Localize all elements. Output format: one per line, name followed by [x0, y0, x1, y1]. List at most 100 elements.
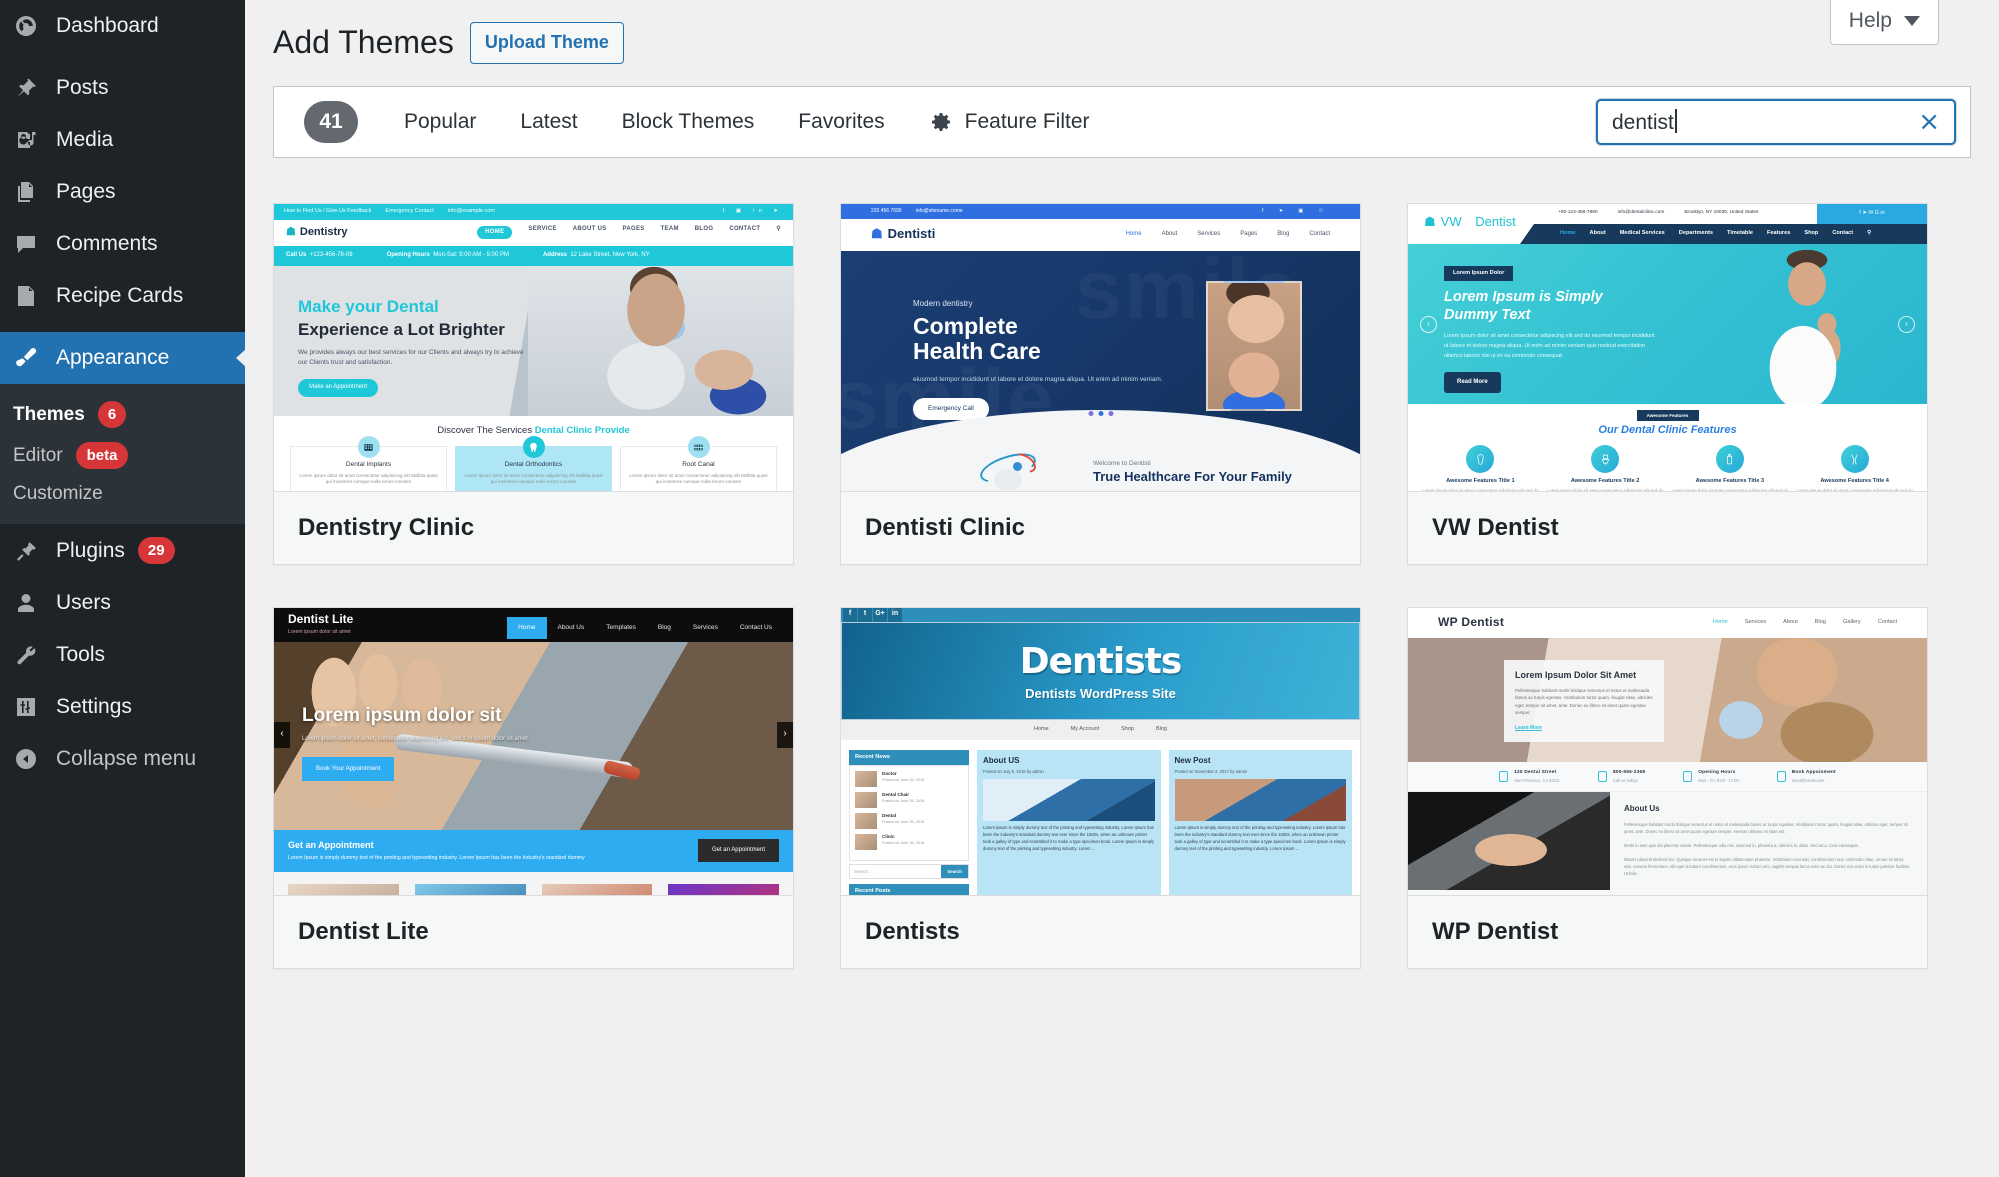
theme-screenshot: 233 456 7695 info@sitename.come f ➤ ▣ ☉ … [841, 203, 1360, 492]
theme-screenshot: WP Dentist Home Services About Blog Gall… [1408, 607, 1927, 896]
clear-search-icon[interactable]: × [1910, 109, 1940, 135]
preview-hero-box: Lorem Ipsum Dolor Sit Amet Pellentesque … [1504, 659, 1664, 743]
preview-nav: Home About Medical Services Departments … [1520, 223, 1927, 244]
upload-theme-button[interactable]: Upload Theme [469, 22, 624, 64]
tooth-icon [1466, 445, 1495, 474]
page-header: Add Themes Upload Theme [245, 0, 1999, 80]
braces-icon [687, 436, 710, 459]
chevron-down-icon [1904, 16, 1920, 26]
theme-search-wrap: dentist × [1596, 98, 1956, 145]
theme-screenshot: ☗ VW Dentist +00-123-456-7890 info@dental… [1408, 203, 1927, 492]
tooth-icon [522, 436, 545, 459]
collapse-menu-button[interactable]: Collapse menu [0, 733, 245, 785]
theme-card[interactable]: How to Find Us / Give Us Feedback Emerge… [273, 202, 794, 565]
preview-service-card: Dental Implants Lorem ipsum dolor sit am… [290, 436, 447, 491]
submenu-item-themes[interactable]: Themes 6 [0, 394, 245, 435]
theme-name-bar: Dentistry Clinic [274, 491, 793, 564]
text-cursor [1674, 108, 1677, 133]
sidebar-item-settings[interactable]: Settings [0, 681, 245, 733]
sidebar-item-appearance[interactable]: Appearance [0, 332, 246, 384]
dental-tools-icon [1840, 445, 1869, 474]
tab-block-themes[interactable]: Block Themes [622, 110, 755, 134]
preview-service-card: Root Canal Lorem ipsum dolor sit amet co… [620, 436, 777, 491]
preview-info-bar: Call Us +123-456-78-09 Opening Hours Mon… [274, 245, 793, 266]
sidebar-item-tools[interactable]: Tools [0, 629, 245, 681]
sidebar-item-dashboard[interactable]: Dashboard [0, 0, 245, 52]
preview-hero-photo [1677, 637, 1907, 762]
feature-filter-label: Feature Filter [964, 109, 1090, 133]
preview-cta: Make an Appointment [298, 379, 379, 397]
theme-name: VW Dentist [1432, 513, 1559, 541]
sidebar-item-pages[interactable]: Pages [0, 166, 245, 218]
sidebar-label: Tools [56, 643, 106, 667]
next-slide-icon: › [1898, 315, 1915, 333]
help-label: Help [1848, 9, 1892, 32]
theme-search-input[interactable]: dentist × [1596, 98, 1956, 145]
main-content: Help Add Themes Upload Theme 41 Popular … [245, 0, 1999, 1177]
preview-site-title: Dentists [1019, 640, 1183, 682]
pages-icon [13, 179, 39, 205]
sidebar-item-recipe-cards[interactable]: Recipe Cards [0, 270, 245, 322]
settings-icon [13, 694, 39, 720]
sidebar-item-plugins[interactable]: Plugins 29 [0, 524, 245, 577]
help-panel-toggle-wrap: Help [1829, 0, 1939, 45]
preview-cta: Read More [1444, 371, 1501, 394]
preview-appt-text: Lorem Ipsum is simply dummy text of the … [288, 854, 585, 861]
collapse-arrow-icon [13, 746, 39, 772]
tab-latest[interactable]: Latest [520, 110, 577, 134]
feature-filter-button[interactable]: Feature Filter [929, 110, 1090, 134]
recipe-card-icon [13, 283, 39, 309]
preview-feature-item: Awesome Features Title 1 Lorem ipsum dol… [1418, 445, 1543, 491]
dental-chair-icon [1591, 445, 1620, 474]
preview-slider-dots [1088, 410, 1113, 416]
sidebar-item-posts[interactable]: Posts [0, 62, 245, 114]
theme-name: Dentist Lite [298, 917, 429, 945]
theme-screenshot: f t G+ in Dentists Dentists WordPress Si… [841, 607, 1360, 896]
submenu-item-editor[interactable]: Editor beta [0, 435, 245, 476]
preview-appointment-bar: Get an Appointment Lorem Ipsum is simply… [274, 829, 793, 872]
implant-icon [357, 436, 380, 459]
theme-name: WP Dentist [1432, 917, 1559, 945]
preview-nav: HOME SERVICE ABOUT US PAGES TEAM BLOG CO… [477, 225, 781, 240]
beta-badge: beta [75, 442, 129, 469]
sidebar-item-media[interactable]: Media [0, 114, 245, 166]
sidebar-item-users[interactable]: Users [0, 577, 245, 629]
preview-logo: WP Dentist [1438, 615, 1505, 630]
sidebar-item-comments[interactable]: Comments [0, 218, 245, 270]
preview-cta: Book Your Appointment [302, 756, 395, 781]
theme-card[interactable]: WP Dentist Home Services About Blog Gall… [1407, 606, 1928, 969]
clock-icon [1683, 770, 1693, 782]
sidebar-label: Plugins [56, 538, 125, 562]
sidebar-item-label: Appearance [56, 346, 170, 370]
theme-card[interactable]: ☗ VW Dentist +00-123-456-7890 info@dental… [1407, 202, 1928, 565]
theme-screenshot: How to Find Us / Give Us Feedback Emerge… [274, 203, 793, 492]
theme-name: Dentistry Clinic [298, 513, 475, 541]
submenu-label: Customize [13, 483, 103, 504]
theme-card[interactable]: f t G+ in Dentists Dentists WordPress Si… [840, 606, 1361, 969]
submenu-item-customize[interactable]: Customize [0, 476, 245, 512]
theme-name: Dentisti Clinic [865, 513, 1026, 541]
dashboard-icon [13, 13, 39, 39]
help-button[interactable]: Help [1829, 0, 1939, 45]
comment-icon [13, 231, 39, 257]
preview-social-icons: f t G+ in [841, 607, 1360, 622]
wp-admin-screen: Dashboard Posts Media Pages Comments Rec… [0, 0, 1999, 1177]
preview-feature-item: Awesome Features Title 2 Lorem ipsum dol… [1543, 445, 1668, 491]
tab-favorites[interactable]: Favorites [798, 110, 884, 134]
prev-slide-icon: ‹ [1420, 315, 1437, 333]
preview-headline-1: Make your Dental [298, 296, 439, 316]
tab-popular[interactable]: Popular [404, 110, 476, 134]
preview-about-photo [1408, 791, 1610, 890]
preview-welcome-small: Welcome to Dentisti [1093, 459, 1151, 467]
menu-separator [0, 322, 245, 332]
preview-logo: Dentist [1475, 213, 1516, 229]
preview-logo: Dentist Lite [288, 611, 354, 626]
preview-eyebrow: Modern dentistry [913, 298, 973, 308]
preview-appt-button: Get an Appointment [697, 838, 779, 863]
theme-card[interactable]: Dentist Lite Lorem ipsum dolor sit amet … [273, 606, 794, 969]
preview-logo: Dentistry [299, 225, 348, 238]
theme-card[interactable]: 233 456 7695 info@sitename.come f ➤ ▣ ☉ … [840, 202, 1361, 565]
preview-hero-photo [528, 265, 793, 416]
calendar-icon [1776, 770, 1786, 782]
preview-sidebar: Recent News Doctor Posted on June 26, 201… [849, 749, 969, 895]
